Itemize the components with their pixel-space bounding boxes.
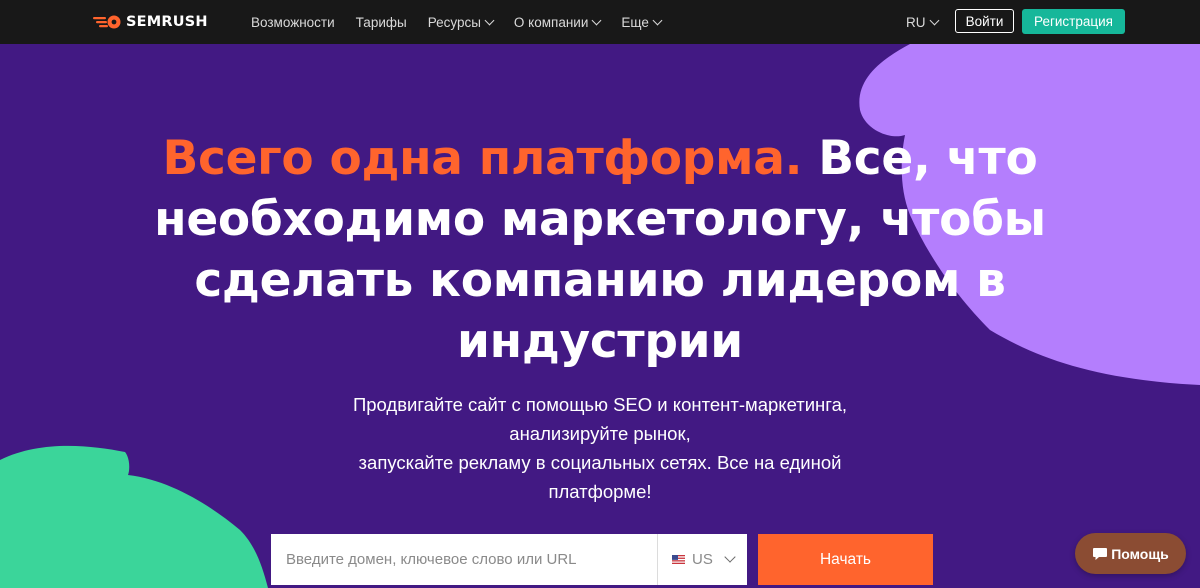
chevron-down-icon bbox=[591, 15, 602, 25]
start-button[interactable]: Начать bbox=[758, 534, 933, 585]
register-button[interactable]: Регистрация bbox=[1022, 9, 1125, 34]
nav-item-more[interactable]: Еще bbox=[621, 14, 663, 30]
hero-subtitle: Продвигайте сайт с помощью SEO и контент… bbox=[300, 390, 900, 506]
hero-subtitle-line: платформе! bbox=[548, 481, 652, 502]
us-flag-icon bbox=[672, 555, 685, 564]
database-label: US bbox=[692, 551, 713, 568]
hero-headline-accent: Всего одна платформа. bbox=[162, 131, 803, 186]
chevron-down-icon bbox=[484, 15, 495, 25]
nav-item-label: Ресурсы bbox=[427, 14, 481, 30]
hero-headline: Всего одна платформа. Все, что необходим… bbox=[150, 128, 1050, 372]
top-navigation-bar: SEMRUSH Возможности Тарифы Ресурсы О ком… bbox=[0, 0, 1200, 44]
nav-item-label: О компании bbox=[513, 14, 589, 30]
nav-item-features[interactable]: Возможности bbox=[251, 15, 335, 30]
semrush-logo[interactable]: SEMRUSH bbox=[92, 11, 208, 33]
chevron-down-icon bbox=[652, 15, 663, 25]
nav-item-label: Возможности bbox=[251, 14, 335, 30]
main-nav: Возможности Тарифы Ресурсы О компании Ещ… bbox=[251, 0, 682, 44]
hero-subtitle-line: запускайте рекламу в социальных сетях. В… bbox=[358, 452, 842, 473]
search-input[interactable] bbox=[271, 534, 657, 585]
help-label: Помощь bbox=[1111, 545, 1169, 562]
nav-item-pricing[interactable]: Тарифы bbox=[356, 15, 407, 30]
logo-text: SEMRUSH bbox=[126, 14, 208, 30]
chat-bubble-icon bbox=[1093, 547, 1108, 560]
hero-subtitle-line: анализируйте рынок, bbox=[509, 423, 691, 444]
semrush-flame-icon bbox=[93, 15, 121, 29]
nav-item-resources[interactable]: Ресурсы bbox=[427, 14, 495, 30]
language-selector[interactable]: RU bbox=[906, 0, 939, 44]
login-button[interactable]: Войти bbox=[955, 9, 1014, 33]
nav-item-label: Еще bbox=[621, 14, 649, 30]
nav-item-label: Тарифы bbox=[355, 14, 407, 30]
chevron-down-icon bbox=[724, 551, 736, 563]
decorative-green-shape bbox=[0, 445, 268, 588]
language-label: RU bbox=[906, 14, 926, 30]
help-button[interactable]: Помощь bbox=[1075, 533, 1186, 574]
nav-item-company[interactable]: О компании bbox=[513, 14, 602, 30]
hero-subtitle-line: Продвигайте сайт с помощью SEO и контент… bbox=[352, 394, 848, 415]
chevron-down-icon bbox=[929, 15, 939, 25]
database-selector[interactable]: US bbox=[657, 534, 747, 585]
